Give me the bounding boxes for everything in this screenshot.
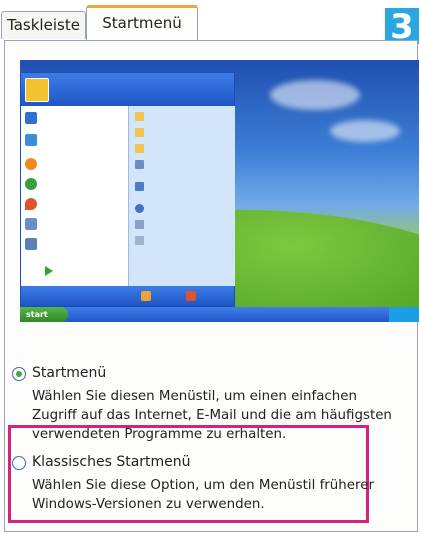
program-icon	[25, 218, 37, 230]
media-player-icon	[25, 158, 37, 170]
tab-taskleiste[interactable]: Taskleiste	[1, 11, 86, 39]
places-item	[135, 180, 230, 194]
option-description: Wählen Sie diese Option, um den Menüstil…	[32, 478, 374, 512]
movie-maker-icon	[25, 238, 37, 250]
folder-icon	[135, 128, 144, 137]
tab-startmenue[interactable]: Startmenü	[86, 5, 198, 43]
program-item	[25, 196, 125, 214]
computer-icon	[135, 160, 144, 169]
run-icon	[135, 236, 144, 245]
places-item	[135, 218, 230, 232]
places-item	[135, 234, 230, 248]
help-icon	[135, 204, 144, 213]
radio-classic-startmenu[interactable]	[12, 456, 26, 470]
heart-icon	[25, 198, 37, 210]
start-menu-left-column	[21, 106, 128, 286]
places-item	[135, 202, 230, 216]
places-item	[135, 110, 230, 124]
option-title: Startmenü	[32, 365, 107, 381]
search-icon	[135, 220, 144, 229]
all-programs-entry	[41, 266, 53, 276]
start-menu-preview: start	[20, 60, 419, 322]
log-off-icon	[141, 291, 151, 301]
option-title: Klassisches Startmenü	[32, 454, 191, 470]
mail-icon	[25, 134, 37, 146]
pinned-item	[25, 110, 125, 128]
step-badge: 3	[385, 8, 419, 46]
pinned-item	[25, 132, 125, 150]
browser-icon	[25, 112, 37, 124]
cloud	[330, 120, 400, 142]
program-item	[25, 236, 125, 254]
program-item	[25, 216, 125, 234]
messenger-icon	[25, 178, 37, 190]
system-tray	[389, 307, 419, 322]
user-avatar	[25, 78, 49, 102]
start-menu-thumbnail	[20, 72, 235, 307]
start-menu-header	[21, 73, 234, 106]
cloud	[270, 80, 360, 110]
folder-icon	[135, 144, 144, 153]
start-menu-footer	[21, 286, 234, 306]
places-item	[135, 126, 230, 140]
start-button: start	[20, 307, 68, 322]
program-item	[25, 156, 125, 174]
taskbar: start	[20, 307, 419, 322]
start-menu-right-column	[128, 106, 235, 286]
program-item	[25, 176, 125, 194]
places-item	[135, 142, 230, 156]
radio-startmenu[interactable]	[12, 367, 26, 381]
green-arrow-icon	[45, 266, 53, 276]
places-item	[135, 158, 230, 172]
tab-strip: Taskleiste Startmenü	[0, 0, 421, 43]
shut-down-icon	[186, 291, 196, 301]
folder-icon	[135, 112, 144, 121]
control-panel-icon	[135, 182, 144, 191]
